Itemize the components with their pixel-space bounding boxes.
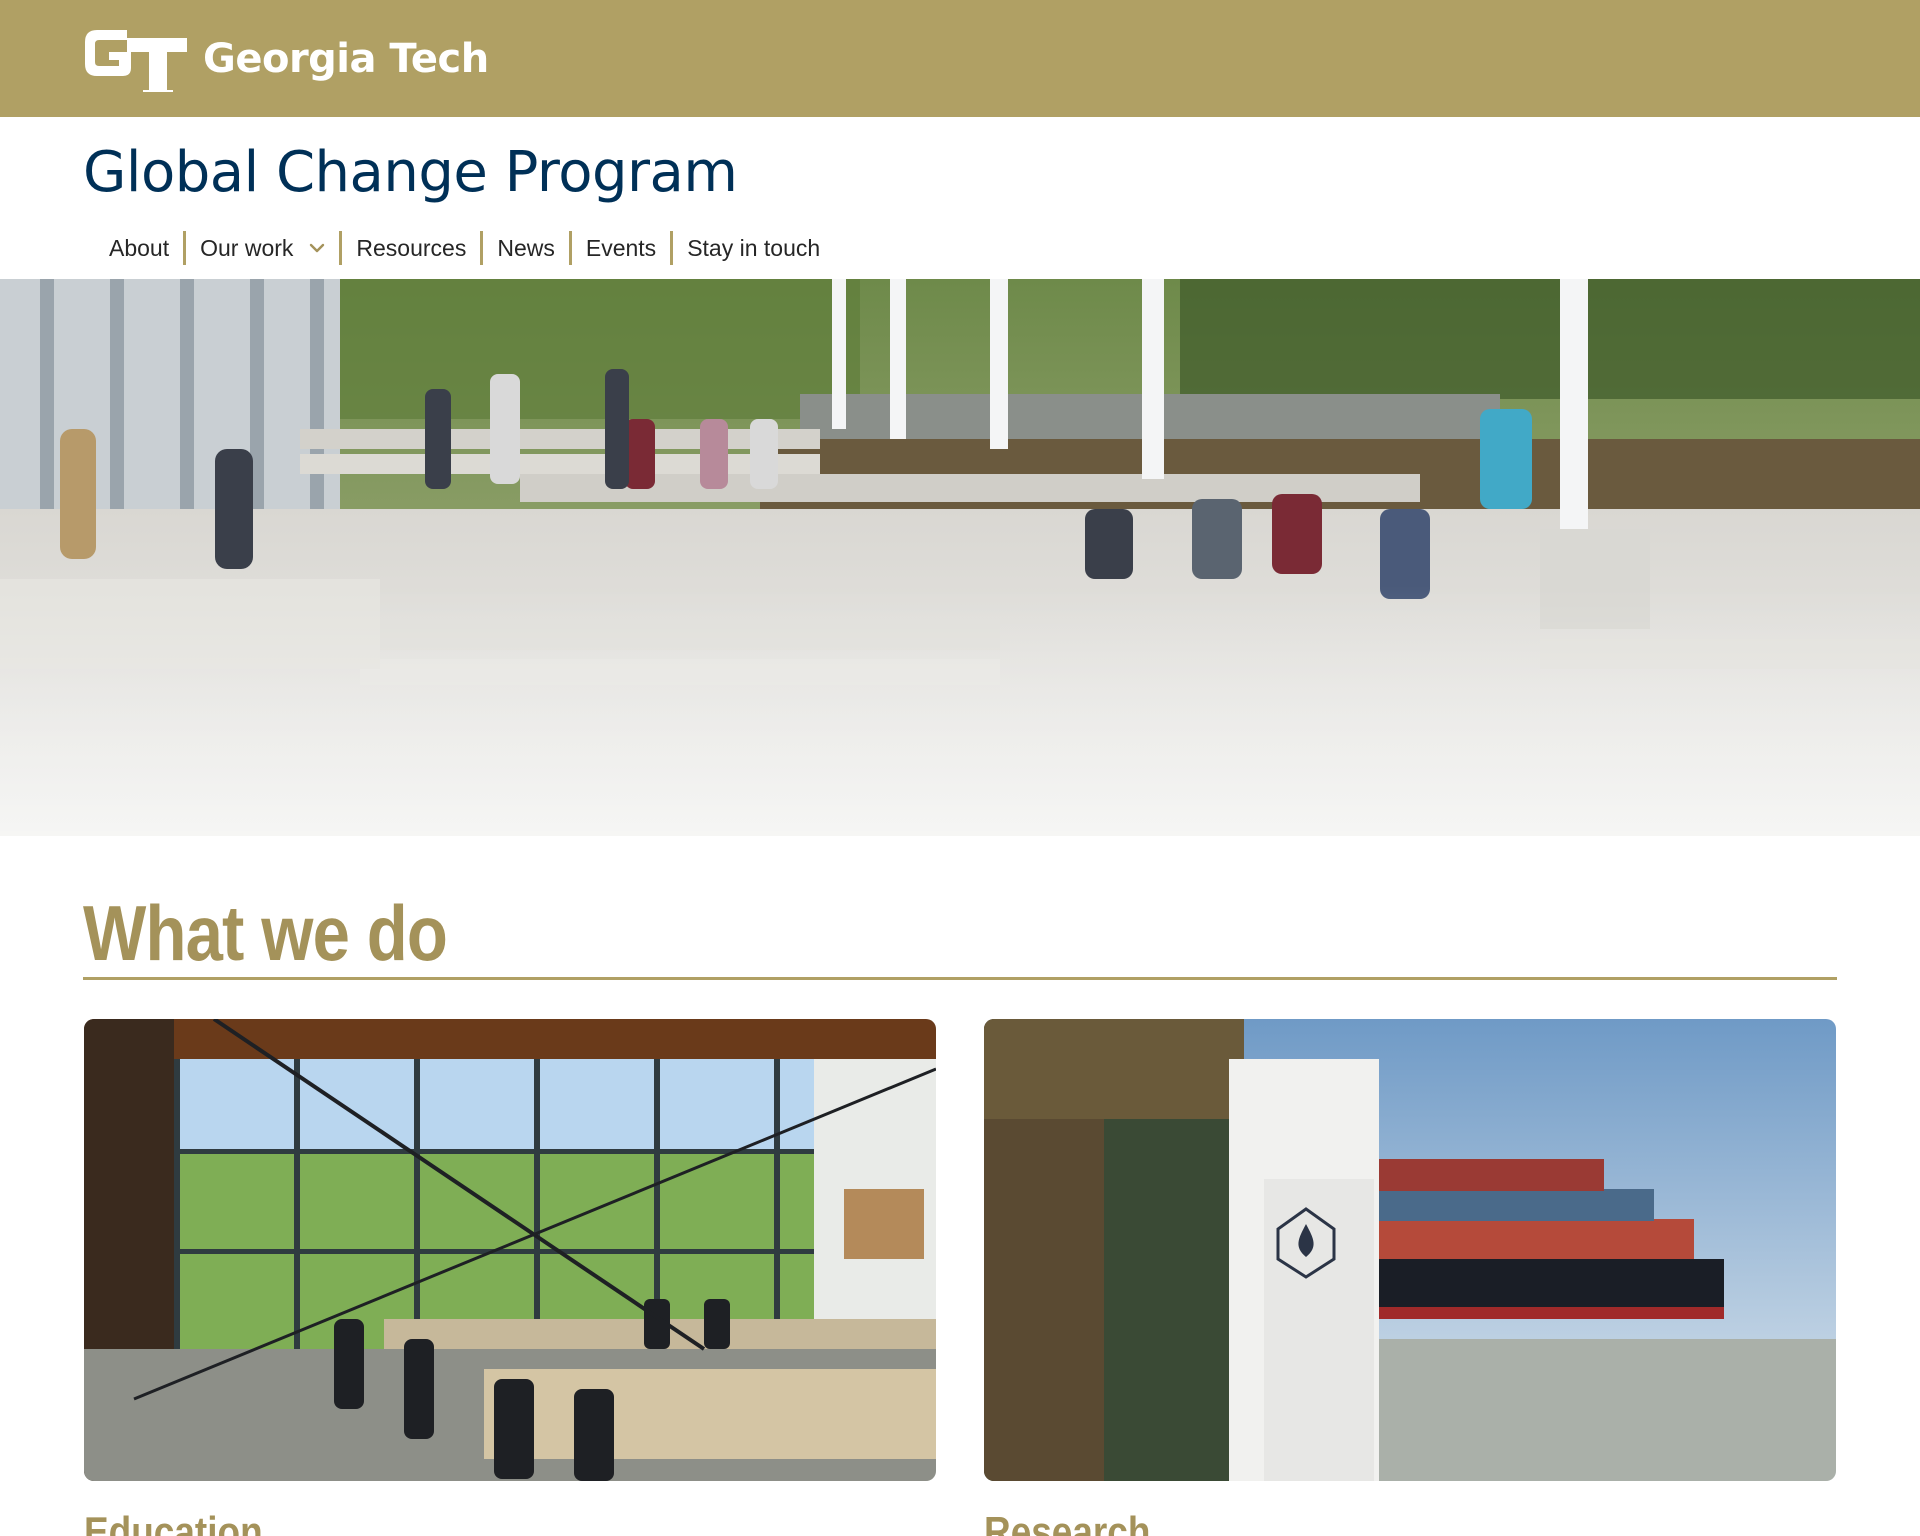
main-nav: About Our work Resources News Events Sta… <box>83 228 834 268</box>
nav-item-events[interactable]: Events <box>572 231 670 265</box>
card-title-research[interactable]: Research <box>984 1508 1150 1536</box>
georgia-tech-wordmark: Georgia Tech <box>203 36 489 82</box>
chevron-down-icon[interactable] <box>309 240 325 256</box>
georgia-tech-logo[interactable]: Georgia Tech <box>83 24 489 94</box>
nav-item-label: News <box>497 234 555 261</box>
nav-item-our-work[interactable]: Our work <box>186 231 339 265</box>
site-title[interactable]: Global Change Program <box>83 138 738 208</box>
nav-item-about[interactable]: About <box>83 231 183 265</box>
section-title-what-we-do: What we do <box>83 889 448 977</box>
section-divider <box>83 977 1837 980</box>
nav-item-label: Resources <box>356 234 467 261</box>
card-title-education[interactable]: Education <box>84 1508 263 1536</box>
nav-item-news[interactable]: News <box>483 231 569 265</box>
gt-monogram-icon <box>85 30 187 92</box>
nav-item-label: Stay in touch <box>687 234 821 261</box>
nav-item-label: Our work <box>200 234 294 261</box>
education-card-image[interactable] <box>84 1019 936 1481</box>
hero-image <box>0 279 1920 836</box>
nav-item-label: Events <box>585 234 657 261</box>
nav-item-resources[interactable]: Resources <box>342 231 480 265</box>
georgia-tech-header-bar: Georgia Tech <box>0 0 1920 117</box>
research-card-image[interactable] <box>984 1019 1836 1481</box>
nav-item-stay-in-touch[interactable]: Stay in touch <box>673 231 834 265</box>
nav-item-label: About <box>109 234 170 261</box>
